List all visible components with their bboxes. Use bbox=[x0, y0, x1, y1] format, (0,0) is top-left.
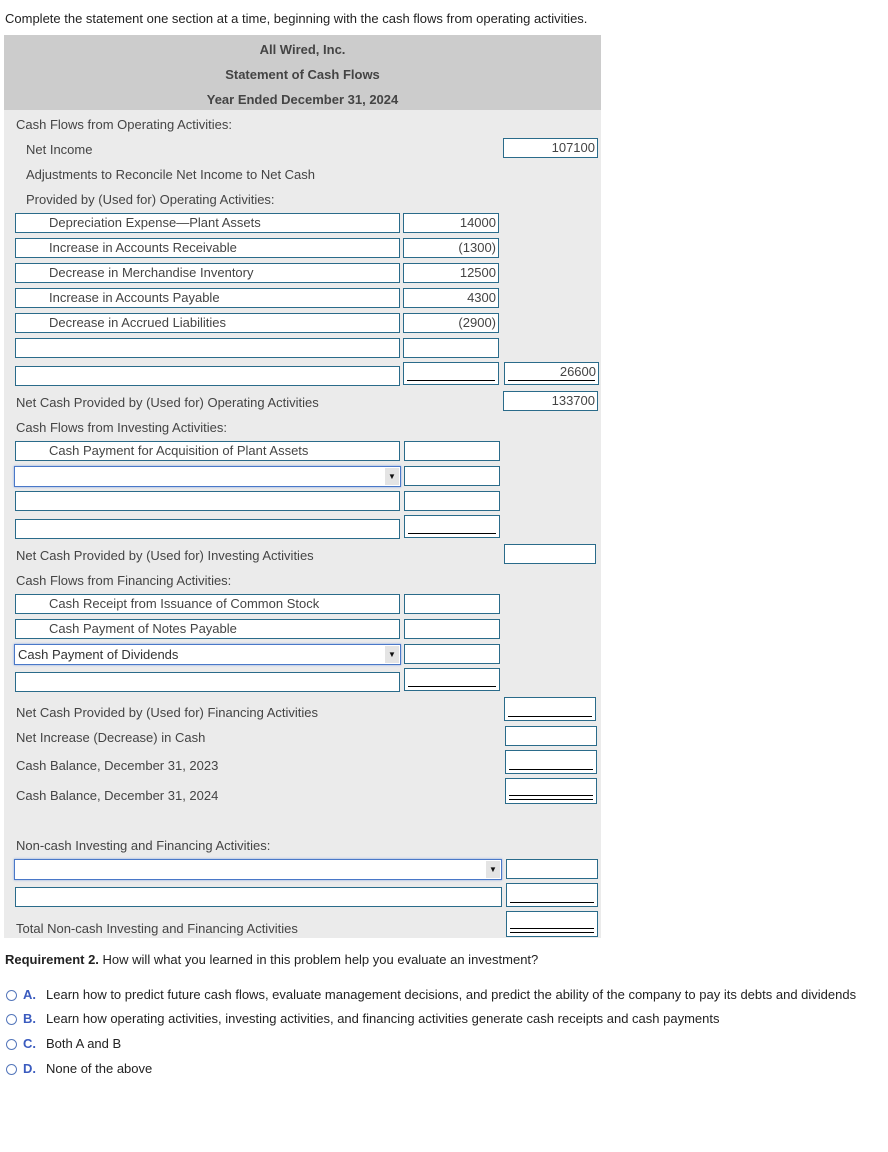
financing-row-value[interactable] bbox=[404, 594, 500, 614]
total-adjustments-input[interactable]: 26600 bbox=[504, 362, 599, 385]
single-underline bbox=[510, 902, 594, 903]
option-c[interactable]: C. Both A and B bbox=[6, 1036, 121, 1051]
double-underline bbox=[510, 928, 594, 933]
adjustments-label-1: Adjustments to Reconcile Net Income to N… bbox=[26, 167, 316, 182]
investing-row-value[interactable] bbox=[404, 515, 500, 538]
financing-row-label[interactable]: Cash Payment of Notes Payable bbox=[15, 619, 400, 639]
investing-account-dropdown[interactable]: ▼ bbox=[14, 466, 401, 487]
operating-row-value[interactable]: (1300) bbox=[403, 238, 499, 258]
end-balance-input[interactable] bbox=[505, 778, 597, 804]
noncash-total-label: Total Non-cash Investing and Financing A… bbox=[16, 921, 298, 936]
dropdown-arrow-icon[interactable]: ▼ bbox=[486, 861, 500, 878]
single-underline bbox=[508, 716, 592, 717]
net-increase-input[interactable] bbox=[505, 726, 597, 746]
net-income-input[interactable]: 107100 bbox=[503, 138, 598, 158]
operating-row-label[interactable] bbox=[15, 338, 400, 358]
investing-row-label[interactable] bbox=[15, 491, 400, 511]
single-underline bbox=[408, 533, 496, 534]
financing-row-value[interactable] bbox=[404, 668, 500, 691]
requirement2-label: Requirement 2. bbox=[5, 952, 99, 967]
single-underline bbox=[408, 686, 496, 687]
net-cash-investing-input[interactable] bbox=[504, 544, 596, 564]
requirement2-text: How will what you learned in this proble… bbox=[98, 952, 539, 967]
single-underline bbox=[509, 769, 593, 770]
financing-row-value[interactable] bbox=[404, 644, 500, 664]
operating-row-value[interactable] bbox=[403, 362, 499, 385]
instruction-text: Complete the statement one section at a … bbox=[5, 11, 588, 26]
financing-heading: Cash Flows from Financing Activities: bbox=[16, 573, 232, 588]
dropdown-arrow-icon[interactable]: ▼ bbox=[385, 468, 399, 485]
investing-row-value[interactable] bbox=[404, 491, 500, 511]
operating-row-value[interactable]: 4300 bbox=[403, 288, 499, 308]
option-b[interactable]: B. Learn how operating activities, invest… bbox=[6, 1011, 720, 1026]
net-cash-investing-label: Net Cash Provided by (Used for) Investin… bbox=[16, 548, 314, 563]
double-underline bbox=[509, 795, 593, 800]
operating-heading: Cash Flows from Operating Activities: bbox=[16, 117, 233, 132]
single-underline bbox=[407, 380, 495, 381]
company-name: All Wired, Inc. bbox=[259, 42, 346, 57]
noncash-total-input[interactable] bbox=[506, 911, 598, 937]
statement-title: Statement of Cash Flows bbox=[225, 67, 380, 82]
operating-row-value[interactable] bbox=[403, 338, 499, 358]
operating-row-label[interactable]: Decrease in Merchandise Inventory bbox=[15, 263, 400, 283]
operating-row-value[interactable]: 12500 bbox=[403, 263, 499, 283]
investing-row-value[interactable] bbox=[404, 466, 500, 486]
noncash-account-dropdown[interactable]: ▼ bbox=[14, 859, 502, 880]
requirement2-question: Requirement 2. How will what you learned… bbox=[5, 952, 538, 967]
net-cash-operating-label: Net Cash Provided by (Used for) Operatin… bbox=[16, 395, 319, 410]
noncash-row-value[interactable] bbox=[506, 883, 598, 907]
operating-row-value[interactable]: (2900) bbox=[403, 313, 499, 333]
single-underline bbox=[508, 380, 595, 381]
financing-row-value[interactable] bbox=[404, 619, 500, 639]
noncash-heading: Non-cash Investing and Financing Activit… bbox=[16, 838, 271, 853]
net-income-label: Net Income bbox=[26, 142, 93, 157]
option-a[interactable]: A. Learn how to predict future cash flows… bbox=[6, 987, 856, 1002]
noncash-row-label[interactable] bbox=[15, 887, 502, 907]
net-cash-financing-label: Net Cash Provided by (Used for) Financin… bbox=[16, 705, 319, 720]
net-cash-financing-input[interactable] bbox=[504, 697, 596, 721]
investing-row-label[interactable]: Cash Payment for Acquisition of Plant As… bbox=[15, 441, 400, 461]
financing-row-label[interactable] bbox=[15, 672, 400, 692]
radio-button-icon[interactable] bbox=[6, 1064, 17, 1075]
investing-row-value[interactable] bbox=[404, 441, 500, 461]
noncash-row-value[interactable] bbox=[506, 859, 598, 879]
radio-button-icon[interactable] bbox=[6, 1039, 17, 1050]
operating-row-value[interactable]: 14000 bbox=[403, 213, 499, 233]
investing-heading: Cash Flows from Investing Activities: bbox=[16, 420, 227, 435]
option-d[interactable]: D. None of the above bbox=[6, 1061, 152, 1076]
dropdown-arrow-icon[interactable]: ▼ bbox=[385, 646, 399, 663]
radio-button-icon[interactable] bbox=[6, 990, 17, 1001]
financing-account-dropdown[interactable]: Cash Payment of Dividends ▼ bbox=[14, 644, 401, 665]
operating-row-label[interactable]: Increase in Accounts Payable bbox=[15, 288, 400, 308]
investing-row-label[interactable] bbox=[15, 519, 400, 539]
radio-button-icon[interactable] bbox=[6, 1014, 17, 1025]
begin-balance-input[interactable] bbox=[505, 750, 597, 774]
financing-row-label[interactable]: Cash Receipt from Issuance of Common Sto… bbox=[15, 594, 400, 614]
operating-row-label[interactable]: Decrease in Accrued Liabilities bbox=[15, 313, 400, 333]
operating-row-label[interactable]: Increase in Accounts Receivable bbox=[15, 238, 400, 258]
operating-row-label[interactable] bbox=[15, 366, 400, 386]
net-cash-operating-input[interactable]: 133700 bbox=[503, 391, 598, 411]
begin-balance-label: Cash Balance, December 31, 2023 bbox=[16, 758, 219, 773]
operating-row-label[interactable]: Depreciation Expense—Plant Assets bbox=[15, 213, 400, 233]
net-increase-label: Net Increase (Decrease) in Cash bbox=[16, 730, 206, 745]
adjustments-label-2: Provided by (Used for) Operating Activit… bbox=[26, 192, 275, 207]
statement-period: Year Ended December 31, 2024 bbox=[206, 92, 399, 107]
end-balance-label: Cash Balance, December 31, 2024 bbox=[16, 788, 219, 803]
